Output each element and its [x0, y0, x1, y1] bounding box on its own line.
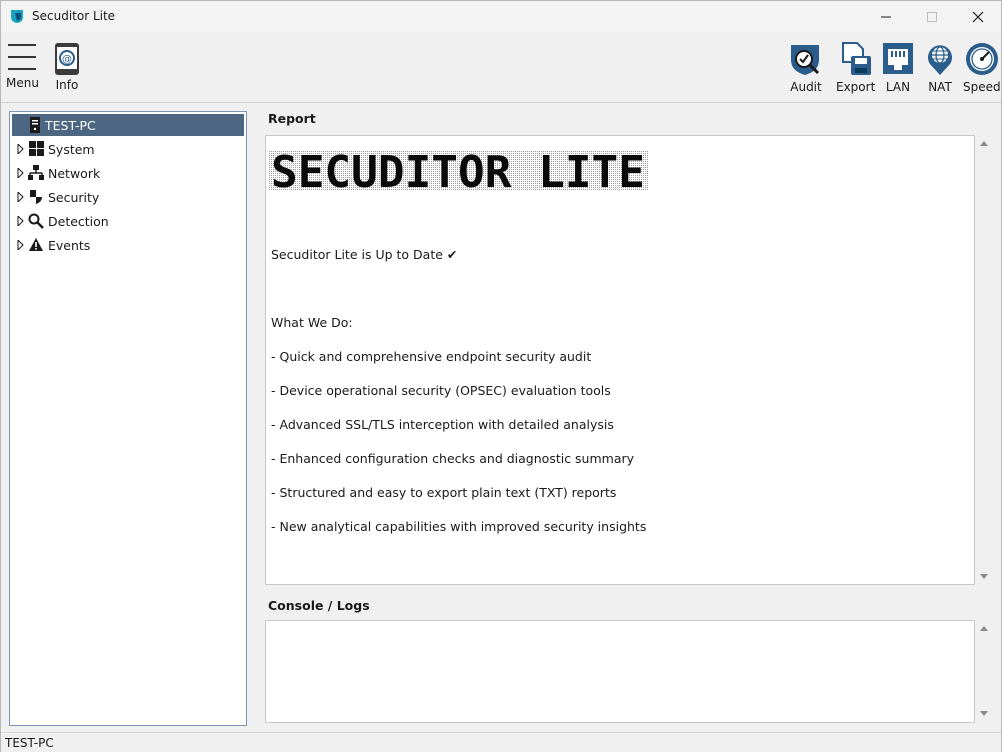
console-heading: Console / Logs: [268, 598, 370, 613]
status-bar: TEST-PC: [1, 732, 1001, 752]
menu-label: Menu: [6, 76, 39, 90]
tree-item-network[interactable]: Network: [10, 162, 246, 184]
network-hierarchy-icon: [28, 165, 44, 180]
menu-button[interactable]: Menu: [6, 42, 39, 90]
feature-line: - Enhanced configuration checks and diag…: [271, 451, 635, 466]
info-button[interactable]: @ Info: [53, 42, 81, 92]
expand-arrow-icon[interactable]: [17, 216, 24, 226]
secuditor-lite-banner: SECUDITOR LITE: [269, 149, 649, 193]
audit-button[interactable]: Audit: [789, 42, 823, 94]
report-scroll-down-icon[interactable]: [979, 573, 989, 581]
lan-label: LAN: [885, 80, 911, 94]
globe-pin-icon: [928, 45, 952, 75]
report-scroll-up-icon[interactable]: [979, 139, 989, 147]
close-icon: [972, 11, 984, 22]
nat-button[interactable]: NAT: [925, 42, 955, 94]
feature-line: - Device operational security (OPSEC) ev…: [271, 383, 611, 398]
export-save-icon: [841, 42, 871, 75]
feature-line: - New analytical capabilities with impro…: [271, 519, 647, 534]
tree-item-system[interactable]: System: [10, 138, 246, 160]
info-label: Info: [55, 78, 79, 92]
expand-arrow-icon[interactable]: [17, 168, 24, 178]
window-title: Secuditor Lite: [32, 9, 116, 23]
tree-item-events[interactable]: Events: [10, 234, 246, 256]
phone-info-icon: @: [55, 43, 79, 75]
tree-item-label: Security: [48, 189, 100, 205]
windows-logo-icon: [29, 141, 44, 156]
nat-label: NAT: [928, 80, 952, 94]
toolbar: Menu @ Info Audit Export LAN NAT Speed: [1, 32, 1001, 103]
maximize-icon: [927, 11, 937, 22]
what-we-do-heading: What We Do:: [271, 315, 353, 330]
console-log-textbox[interactable]: [265, 620, 975, 723]
feature-line: - Structured and easy to export plain te…: [271, 485, 617, 500]
hamburger-menu-icon: [8, 44, 37, 70]
magnifier-icon: [28, 213, 44, 229]
computer-tower-icon: [30, 117, 40, 133]
feature-line: - Quick and comprehensive endpoint secur…: [271, 349, 592, 364]
tree-root-label: TEST-PC: [45, 117, 96, 133]
report-heading: Report: [268, 111, 316, 126]
export-button[interactable]: Export: [836, 42, 875, 94]
minimize-icon: [881, 16, 891, 17]
lan-button[interactable]: LAN: [882, 42, 914, 94]
tree-item-label: Detection: [48, 213, 109, 229]
app-window: Secuditor Lite Menu @ Info Audit Export …: [0, 0, 1002, 752]
tree-item-security[interactable]: Security: [10, 186, 246, 208]
speed-label: Speed: [963, 80, 1001, 94]
export-label: Export: [836, 80, 876, 94]
audit-label: Audit: [790, 80, 822, 94]
expand-arrow-icon[interactable]: [17, 240, 24, 250]
audit-shield-icon: [791, 45, 820, 75]
status-text: TEST-PC: [5, 736, 54, 750]
speed-button[interactable]: Speed: [963, 42, 1001, 94]
shield-icon: [30, 190, 42, 204]
console-scroll-up-icon[interactable]: [979, 624, 989, 632]
title-bar: Secuditor Lite: [1, 1, 1001, 32]
close-button[interactable]: [955, 1, 1001, 32]
update-status-text: Secuditor Lite is Up to Date ✔: [271, 247, 458, 262]
expand-arrow-icon[interactable]: [17, 192, 24, 202]
tree-item-label: Network: [48, 165, 101, 181]
app-logo-icon: [11, 10, 23, 23]
minimize-button[interactable]: [863, 1, 909, 32]
console-scroll-down-icon[interactable]: [979, 710, 989, 718]
tree-item-label: System: [48, 141, 95, 157]
expand-arrow-icon[interactable]: [17, 144, 24, 154]
banner-text: SECUDITOR LITE: [271, 149, 645, 193]
tree-root-test-pc[interactable]: TEST-PC: [12, 114, 244, 136]
svg-text:@: @: [62, 54, 72, 65]
navigation-tree: TEST-PC System Network Security Detectio…: [9, 111, 247, 726]
tree-item-detection[interactable]: Detection: [10, 210, 246, 232]
warning-triangle-icon: [29, 238, 43, 251]
tree-item-label: Events: [48, 237, 91, 253]
maximize-button[interactable]: [909, 1, 955, 32]
feature-line: - Advanced SSL/TLS interception with det…: [271, 417, 614, 432]
speedometer-icon: [965, 43, 998, 75]
ethernet-port-icon: [883, 43, 913, 74]
